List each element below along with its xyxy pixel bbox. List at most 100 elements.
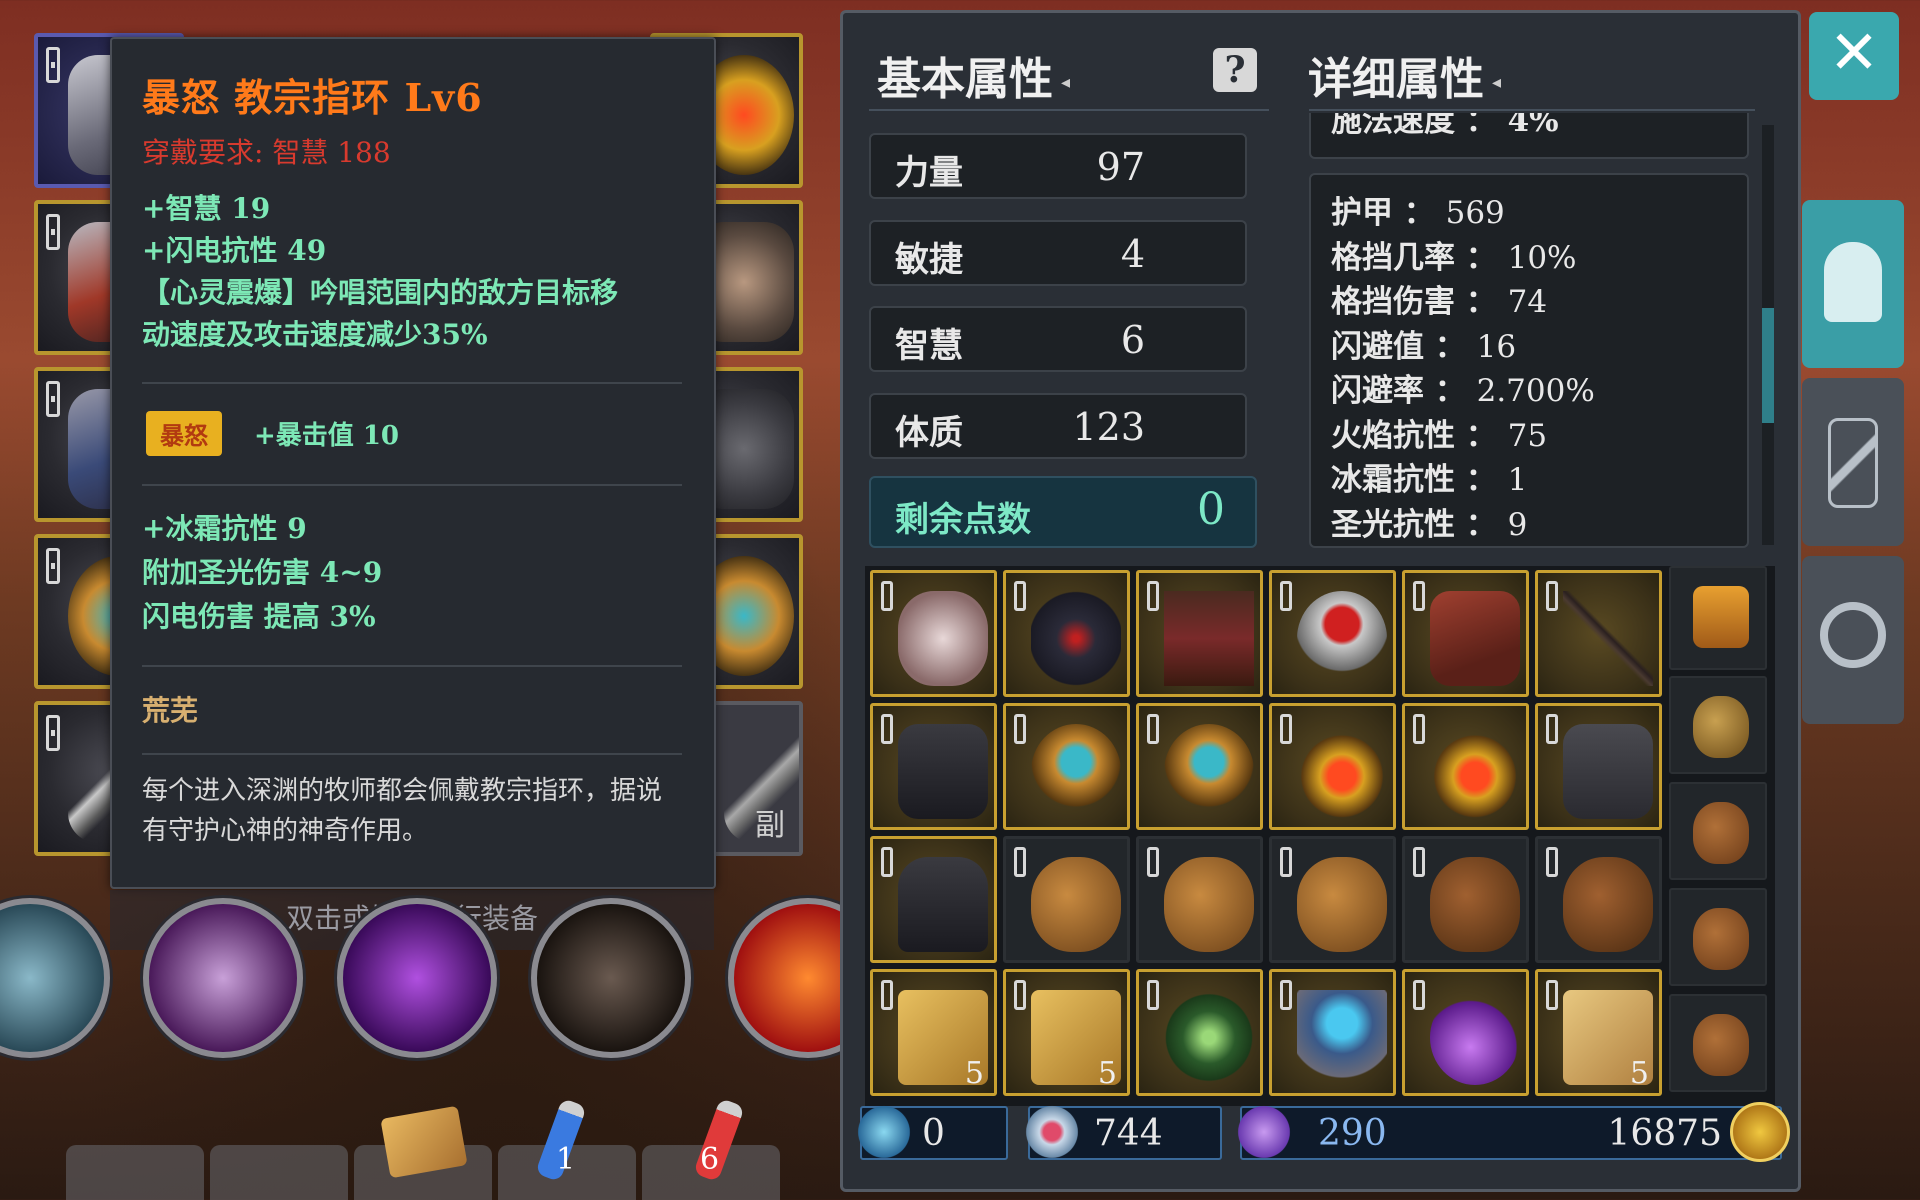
- dark-armor-icon: [898, 724, 988, 819]
- inventory-slot[interactable]: [1003, 570, 1130, 697]
- inventory-slot[interactable]: [1402, 703, 1529, 830]
- skill-beast[interactable]: [531, 898, 691, 1058]
- dark-shoulder-icon: [1031, 591, 1121, 686]
- inventory-slot[interactable]: 5: [870, 969, 997, 1096]
- divider: [142, 484, 682, 486]
- necklace-icon: [1297, 724, 1387, 819]
- item-stat: +智慧 19: [142, 192, 271, 225]
- item-stat: 闪电伤害 提高 3%: [142, 600, 376, 633]
- robe-icon: [1164, 591, 1254, 686]
- sack-icon: [1693, 802, 1749, 864]
- detail-label: 闪避率: [1331, 373, 1424, 409]
- detail-label: 闪避值: [1331, 329, 1424, 365]
- detail-scroll-thumb[interactable]: [1762, 308, 1774, 423]
- bag-slot[interactable]: [1669, 676, 1767, 774]
- inventory-slot[interactable]: [1136, 969, 1263, 1096]
- inventory-slot[interactable]: [1269, 969, 1396, 1096]
- wand-icon: [854, 1102, 914, 1162]
- inventory-slot[interactable]: [870, 570, 997, 697]
- caret-icon: ◂: [1061, 72, 1071, 93]
- skill-void[interactable]: [337, 898, 497, 1058]
- ruby-ring-icon: [1297, 591, 1387, 686]
- lock-icon: [1546, 714, 1558, 744]
- lock-icon: [1280, 581, 1292, 611]
- inventory-slot[interactable]: [870, 703, 997, 830]
- attribute-value: 6: [1120, 318, 1145, 362]
- attribute-label: 力量: [895, 153, 963, 193]
- bag-slot[interactable]: [1669, 566, 1767, 670]
- item-requirement: 穿戴要求: 智慧 188: [142, 136, 391, 169]
- lock-icon: [1546, 980, 1558, 1010]
- attribute-agility: 敏捷 4: [869, 220, 1247, 286]
- inventory-slot[interactable]: [1402, 836, 1529, 963]
- detail-value: 10%: [1507, 240, 1577, 276]
- red-potion-count: 6: [700, 1142, 720, 1177]
- chest-bag-icon: [1693, 586, 1749, 648]
- ring-icon: [1164, 724, 1254, 819]
- detail-label: 冰霜抗性: [1331, 462, 1455, 498]
- gloves-tab-icon: [1828, 418, 1878, 508]
- inventory-slot[interactable]: [1003, 836, 1130, 963]
- tab-settings[interactable]: [1802, 556, 1904, 724]
- divider: [142, 665, 682, 667]
- inventory-slot[interactable]: [1535, 703, 1662, 830]
- ring-icon: [1031, 724, 1121, 819]
- purple-potion-icon: [1430, 990, 1520, 1085]
- equip-slot-offhand[interactable]: 副: [710, 701, 803, 856]
- lock-icon: [1280, 847, 1292, 877]
- inventory-slot[interactable]: [1269, 836, 1396, 963]
- attribute-label: 智慧: [895, 326, 963, 366]
- detail-row: 闪避值 ： 16: [1331, 329, 1517, 365]
- tab-gloves[interactable]: [1802, 378, 1904, 546]
- inventory-grid: 5 5 5: [865, 566, 1775, 1106]
- skill-slash[interactable]: [143, 898, 303, 1058]
- inventory-slot[interactable]: [1535, 836, 1662, 963]
- inventory-slot[interactable]: 5: [1003, 969, 1130, 1096]
- quick-slot[interactable]: [66, 1145, 204, 1200]
- detail-row: 火焰抗性 ： 75: [1331, 418, 1548, 454]
- detail-value: 16: [1476, 329, 1517, 365]
- inventory-slot[interactable]: [1136, 570, 1263, 697]
- backpack-icon: [1693, 696, 1749, 758]
- heart-icon: [1022, 1102, 1082, 1162]
- detail-value: 1: [1507, 462, 1528, 498]
- attribute-strength: 力量 97: [869, 133, 1247, 199]
- pouch-icon: [1031, 857, 1121, 952]
- remaining-points: 剩余点数 0: [869, 476, 1257, 548]
- detail-label: 护甲: [1331, 195, 1393, 231]
- detail-row: 格挡伤害 ： 74: [1331, 284, 1548, 320]
- blue-flame-scroll-icon: [1297, 990, 1387, 1085]
- tab-equipment[interactable]: [1802, 200, 1904, 368]
- detail-attributes-header[interactable]: 详细属性 ◂: [1308, 43, 1501, 107]
- bag-slot[interactable]: [1669, 994, 1767, 1092]
- attribute-label: 体质: [895, 413, 963, 453]
- attribute-value: 97: [1096, 145, 1145, 189]
- quick-slot[interactable]: [210, 1145, 348, 1200]
- detail-value: 2.700%: [1476, 373, 1595, 409]
- bag-slot[interactable]: [1669, 888, 1767, 986]
- item-stat: 附加圣光伤害 4~9: [142, 556, 383, 589]
- bag-slot[interactable]: [1669, 782, 1767, 880]
- inventory-slot[interactable]: [1136, 703, 1263, 830]
- inventory-slot[interactable]: [1003, 703, 1130, 830]
- lock-icon: [1147, 581, 1159, 611]
- detail-list[interactable]: 护甲 ： 569 格挡几率 ： 10% 格挡伤害 ： 74 闪避值 ： 16 闪…: [1309, 173, 1749, 548]
- close-button[interactable]: ✕: [1809, 12, 1899, 100]
- inventory-slot[interactable]: [1269, 570, 1396, 697]
- currency-value: 744: [1094, 1113, 1163, 1154]
- inventory-slot[interactable]: [870, 836, 997, 963]
- help-icon[interactable]: ?: [1213, 48, 1257, 92]
- basic-attributes-header[interactable]: 基本属性 ◂: [877, 43, 1070, 107]
- currency-hearts: 744: [1022, 1102, 1222, 1162]
- inventory-slot[interactable]: 5: [1535, 969, 1662, 1096]
- attribute-value: 123: [1072, 405, 1145, 449]
- inventory-slot[interactable]: [1402, 969, 1529, 1096]
- inventory-slot[interactable]: [1402, 570, 1529, 697]
- detail-value: 569: [1445, 195, 1505, 231]
- inventory-slot[interactable]: [1269, 703, 1396, 830]
- detail-label: 火焰抗性: [1331, 418, 1455, 454]
- currency-value: 0: [922, 1113, 945, 1154]
- item-stat: 【心灵震爆】吟唱范围内的敌方目标移: [142, 276, 619, 309]
- inventory-slot[interactable]: [1136, 836, 1263, 963]
- inventory-slot[interactable]: [1535, 570, 1662, 697]
